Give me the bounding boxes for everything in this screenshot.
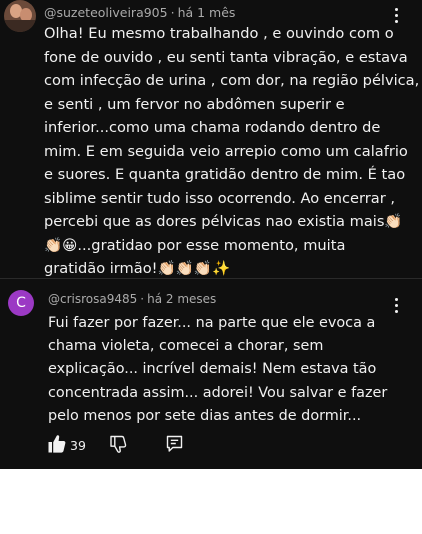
username[interactable]: @suzeteoliveira905 bbox=[44, 5, 168, 20]
comment-text: Fui fazer por fazer... na parte que ele … bbox=[48, 312, 387, 428]
more-options-icon[interactable] bbox=[384, 293, 408, 317]
comment-line: e senti , um fervor no abdômen superir e bbox=[44, 95, 345, 113]
comment-line: 👏🏻😀...gratidao por esse momento, muita bbox=[44, 236, 346, 254]
dislike-button[interactable] bbox=[110, 434, 128, 458]
thumbs-down-icon bbox=[110, 435, 127, 453]
avatar[interactable] bbox=[4, 0, 36, 32]
like-count: 39 bbox=[70, 438, 86, 453]
comment-line: e suores. E quanta gratidão dentro de mi… bbox=[44, 166, 406, 183]
comment-line: inferior...como uma chama rodando dentro… bbox=[44, 119, 381, 136]
comment-line: Olha! Eu mesmo trabalhando , e ouvindo c… bbox=[44, 25, 394, 42]
username[interactable]: @crisrosa9485 bbox=[48, 292, 137, 306]
comment-header: @suzeteoliveira905 · há 1 mês bbox=[44, 5, 236, 20]
comment-line: chama violeta, comecei a chorar, sem bbox=[48, 338, 324, 355]
thumbs-up-icon bbox=[48, 435, 66, 453]
comments-panel: @suzeteoliveira905 · há 1 mês Olha! Eu mes… bbox=[0, 0, 422, 469]
comment-line: concentrada assim... adorei! Vou salvar … bbox=[48, 384, 388, 401]
reply-button[interactable] bbox=[166, 434, 184, 458]
avatar[interactable]: C bbox=[8, 290, 34, 316]
like-button[interactable]: 39 bbox=[48, 434, 86, 458]
comment-line: Fui fazer por fazer... na parte que ele … bbox=[48, 315, 376, 331]
comment-line: percebi que as dores pélvicas nao existi… bbox=[44, 213, 403, 230]
comment-text: Olha! Eu mesmo trabalhando , e ouvindo c… bbox=[44, 22, 419, 281]
comment-header: @crisrosa9485 · há 2 meses bbox=[48, 292, 217, 306]
comment-line: explicação... incrível demais! Nem estav… bbox=[48, 361, 377, 378]
comment-line: mim. E em seguida veio arrepio como um c… bbox=[44, 142, 408, 160]
comment-line: pelo menos por sete dias antes de dormir… bbox=[48, 407, 362, 424]
comment-line: siblime sentir tudo isso ocorrendo. Ao e… bbox=[44, 189, 395, 207]
reply-icon bbox=[166, 435, 183, 452]
comment-line: fone de ouvido , eu senti tanta vibração… bbox=[44, 48, 408, 66]
timestamp[interactable]: há 2 meses bbox=[147, 292, 216, 306]
comment-line: com infecção de urina , com dor, na regi… bbox=[44, 72, 420, 89]
comment-divider bbox=[0, 278, 422, 279]
timestamp[interactable]: há 1 mês bbox=[178, 5, 236, 20]
comment-line: gratidão irmão!👏🏻👏🏻👏🏻✨ bbox=[44, 260, 231, 277]
